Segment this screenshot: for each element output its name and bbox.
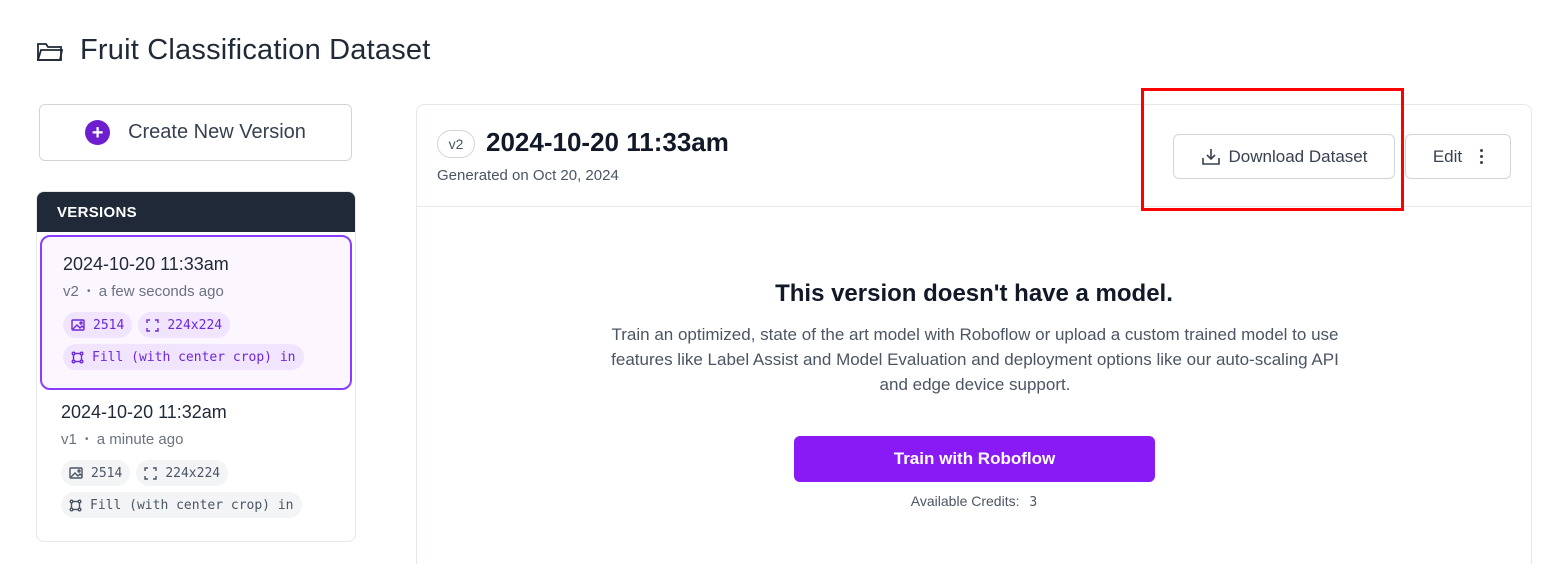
version-date: 2024-10-20 11:33am [63, 254, 229, 274]
version-meta: v1 • a minute ago [61, 431, 333, 448]
version-date: 2024-10-20 11:32am [61, 402, 227, 422]
create-new-version-button[interactable]: + Create New Version [39, 104, 352, 161]
edit-label: Edit [1432, 146, 1463, 166]
plus-circle-icon: + [85, 120, 111, 145]
more-vertical-icon [1480, 149, 1484, 164]
page-title: Fruit Classification Dataset [80, 34, 431, 66]
image-icon [69, 467, 83, 479]
credits-value: 3 [1029, 495, 1038, 510]
resize-mode: Fill (with center crop) in [90, 497, 294, 513]
versions-panel: VERSIONS 2024-10-20 11:33am v2 • a few s… [36, 191, 356, 542]
image-count: 2514 [93, 317, 125, 333]
train-with-roboflow-button[interactable]: Train with Roboflow [794, 436, 1155, 482]
version-item-v2[interactable]: 2024-10-20 11:33am v2 • a few seconds ag… [40, 235, 352, 390]
empty-state-title: This version doesn't have a model. [775, 280, 1173, 307]
image-count-chip: 2514 [61, 460, 131, 486]
page-header: Fruit Classification Dataset [36, 34, 431, 67]
image-size-chip: 224x224 [136, 460, 229, 486]
resize-corners-icon [146, 318, 160, 332]
credits-label: Available Credits: [910, 493, 1020, 509]
versions-header: VERSIONS [37, 192, 355, 232]
generated-date: Generated on Oct 20, 2024 [437, 167, 619, 184]
crop-icon [71, 351, 84, 363]
image-size-chip: 224x224 [138, 312, 231, 338]
image-size: 224x224 [165, 465, 221, 481]
available-credits: Available Credits: 3 [417, 493, 1531, 510]
version-age: a few seconds ago [98, 283, 224, 300]
highlight-annotation-box [1141, 88, 1404, 211]
version-tag: v1 [61, 431, 77, 448]
resize-mode-chip: Fill (with center crop) in [61, 492, 302, 518]
separator-dot: • [87, 286, 91, 297]
resize-mode: Fill (with center crop) in [92, 349, 296, 365]
version-tag: v2 [63, 283, 79, 300]
edit-button[interactable]: Edit [1405, 134, 1511, 179]
version-badge: v2 [437, 130, 475, 158]
create-new-version-label: Create New Version [128, 121, 306, 143]
folder-icon [36, 40, 64, 62]
resize-mode-chip: Fill (with center crop) in [63, 344, 304, 370]
image-count: 2514 [91, 465, 123, 481]
image-size: 224x224 [167, 317, 223, 333]
version-age: a minute ago [96, 431, 184, 448]
version-item-v1[interactable]: 2024-10-20 11:32am v1 • a minute ago 251… [37, 390, 355, 540]
resize-corners-icon [144, 466, 158, 480]
separator-dot: • [85, 434, 89, 445]
image-icon [71, 319, 85, 331]
image-count-chip: 2514 [63, 312, 133, 338]
version-title: 2024-10-20 11:33am [486, 127, 729, 157]
empty-state-description: Train an optimized, state of the art mod… [611, 325, 1339, 394]
crop-icon [69, 499, 82, 511]
version-meta: v2 • a few seconds ago [63, 283, 331, 300]
